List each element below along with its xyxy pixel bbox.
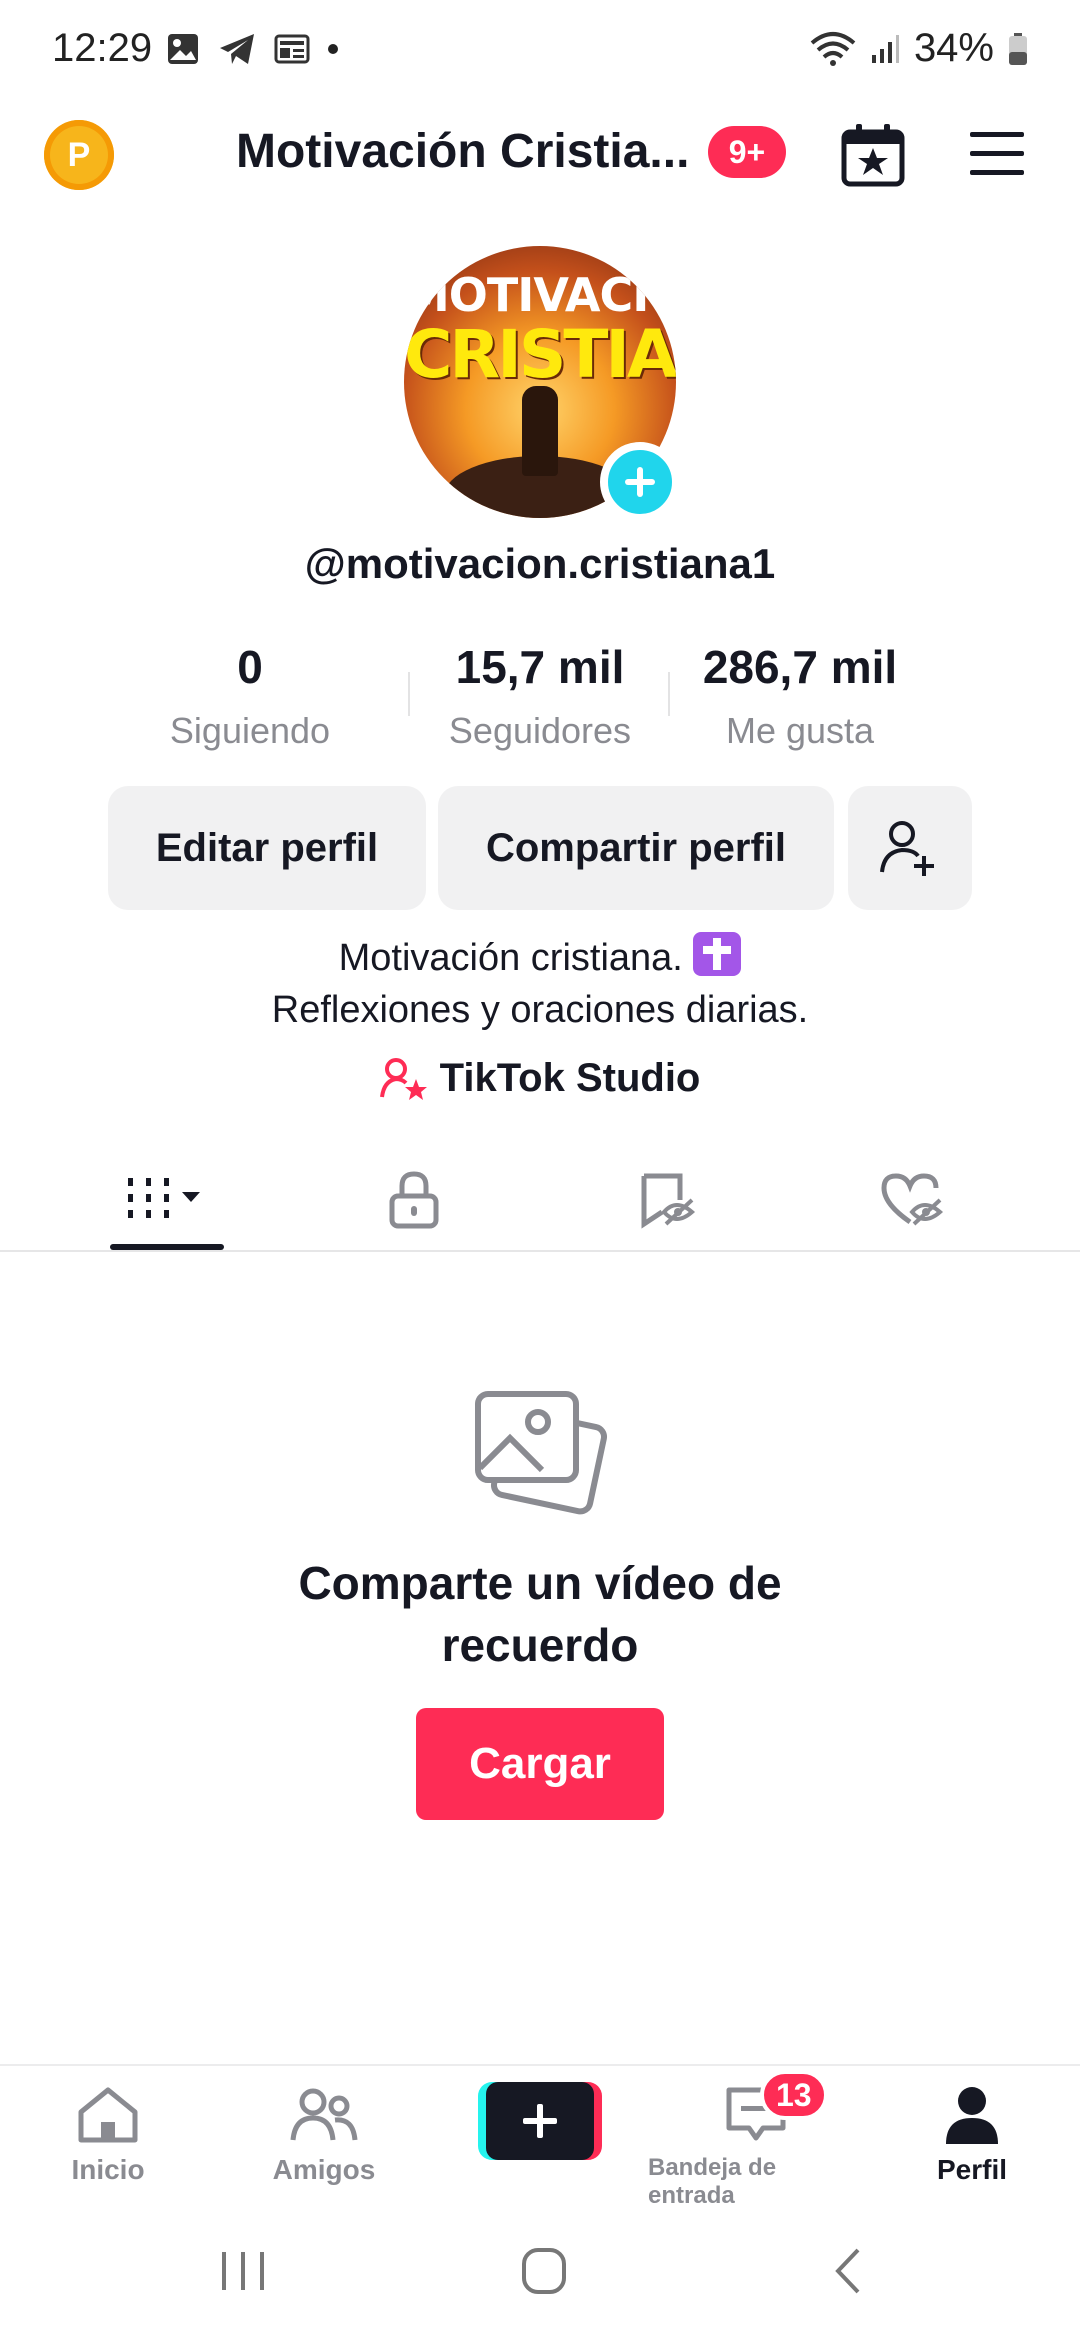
inbox-count-badge: 13 (760, 2070, 828, 2120)
add-user-icon (880, 821, 934, 876)
lock-icon (389, 1171, 439, 1229)
profile-stats: 0 Siguiendo 15,7 mil Seguidores 286,7 mi… (150, 640, 930, 760)
tiktok-points-button[interactable]: P (44, 120, 114, 190)
bio-line2: Reflexiones y oraciones diarias. (271, 989, 809, 1031)
avatar-text-line2: CRISTIANA (404, 316, 676, 393)
tiktok-studio-link[interactable]: TikTok Studio (0, 1056, 1080, 1101)
add-story-button[interactable] (600, 442, 680, 522)
creator-star-icon (379, 1057, 427, 1100)
tab-liked[interactable] (842, 1150, 982, 1250)
nav-friends-label: Amigos (272, 2154, 376, 2185)
nav-friends[interactable]: Amigos (216, 2084, 432, 2186)
edit-profile-button[interactable]: Editar perfil (108, 786, 426, 910)
username: @motivacion.cristiana1 (304, 540, 776, 587)
stat-followers-label: Seguidores (448, 710, 632, 751)
active-tab-indicator (110, 1244, 224, 1250)
share-profile-button[interactable]: Compartir perfil (438, 786, 834, 910)
gallery-notification-icon (168, 34, 198, 64)
menu-icon[interactable] (962, 124, 1032, 184)
system-navigation-bar (0, 2204, 1080, 2340)
recent-apps-icon[interactable] (218, 2248, 268, 2294)
calendar-star-icon[interactable] (838, 120, 908, 190)
tab-videos[interactable] (96, 1150, 236, 1250)
points-icon-label: P (67, 135, 91, 174)
nav-profile-label: Perfil (936, 2154, 1008, 2185)
status-bar: 12:29 34% (0, 0, 1080, 100)
create-button[interactable] (478, 2082, 602, 2160)
nav-inbox[interactable]: Bandeja de entrada (648, 2084, 864, 2210)
photo-memory-icon (475, 1391, 608, 1515)
account-notification-badge: 9+ (708, 126, 786, 178)
bio-line1: Motivación cristiana. (338, 937, 683, 979)
stat-following-value: 0 (237, 641, 263, 693)
plus-icon (523, 2104, 557, 2138)
signal-icon (871, 34, 899, 63)
cross-emoji-icon (693, 932, 742, 976)
upload-button[interactable]: Cargar (416, 1708, 664, 1820)
profile-bio: Motivación cristiana. Reflexiones y orac… (0, 932, 1080, 1036)
back-icon[interactable] (830, 2246, 866, 2296)
heart-hidden-icon (881, 1173, 944, 1226)
tiktok-studio-label: TikTok Studio (439, 1056, 701, 1100)
tab-private[interactable] (344, 1150, 484, 1250)
status-time: 12:29 (52, 26, 153, 70)
stat-following-label: Siguiendo (169, 710, 331, 751)
wifi-icon (810, 31, 856, 66)
nav-inbox-label: Bandeja de entrada (648, 2154, 777, 2209)
stat-followers[interactable]: 15,7 mil Seguidores (410, 640, 670, 752)
avatar-text-line1: MOTIVACION (404, 268, 676, 322)
stat-likes[interactable]: 286,7 mil Me gusta (670, 640, 930, 752)
home-icon (78, 2087, 138, 2143)
add-friends-button[interactable] (848, 786, 972, 910)
tab-saved[interactable] (596, 1150, 736, 1250)
bottom-nav: Inicio Amigos Bandeja de entrada Perfil (0, 2064, 1080, 2209)
empty-state-title: Comparte un vídeo de recuerdo (298, 1557, 782, 1671)
nav-home-label: Inicio (71, 2154, 145, 2185)
plus-icon (625, 467, 655, 497)
nav-home[interactable]: Inicio (0, 2084, 216, 2186)
avatar-figure-shape (522, 386, 558, 476)
home-system-icon[interactable] (520, 2246, 568, 2296)
nav-profile[interactable]: Perfil (864, 2084, 1080, 2186)
telegram-notification-icon (220, 34, 254, 64)
stat-followers-value: 15,7 mil (455, 641, 625, 693)
more-notifications-dot (328, 44, 338, 54)
stat-likes-label: Me gusta (725, 710, 875, 751)
stat-likes-value: 286,7 mil (702, 641, 898, 693)
profile-icon (946, 2087, 998, 2144)
bookmark-hidden-icon (641, 1173, 696, 1229)
battery-icon (1009, 32, 1027, 65)
profile-name-switcher[interactable]: Motivación Cristia... (236, 124, 689, 179)
content-tabs (0, 1150, 1080, 1252)
news-notification-icon (274, 34, 310, 64)
profile-header: P Motivación Cristia... 9+ (0, 100, 1080, 210)
stat-following[interactable]: 0 Siguiendo (120, 640, 380, 752)
friends-icon (290, 2088, 358, 2141)
profile-avatar-container: MOTIVACION CRISTIANA (404, 246, 680, 522)
battery-percent: 34% (913, 26, 994, 70)
grid-dropdown-icon (128, 1178, 200, 1218)
